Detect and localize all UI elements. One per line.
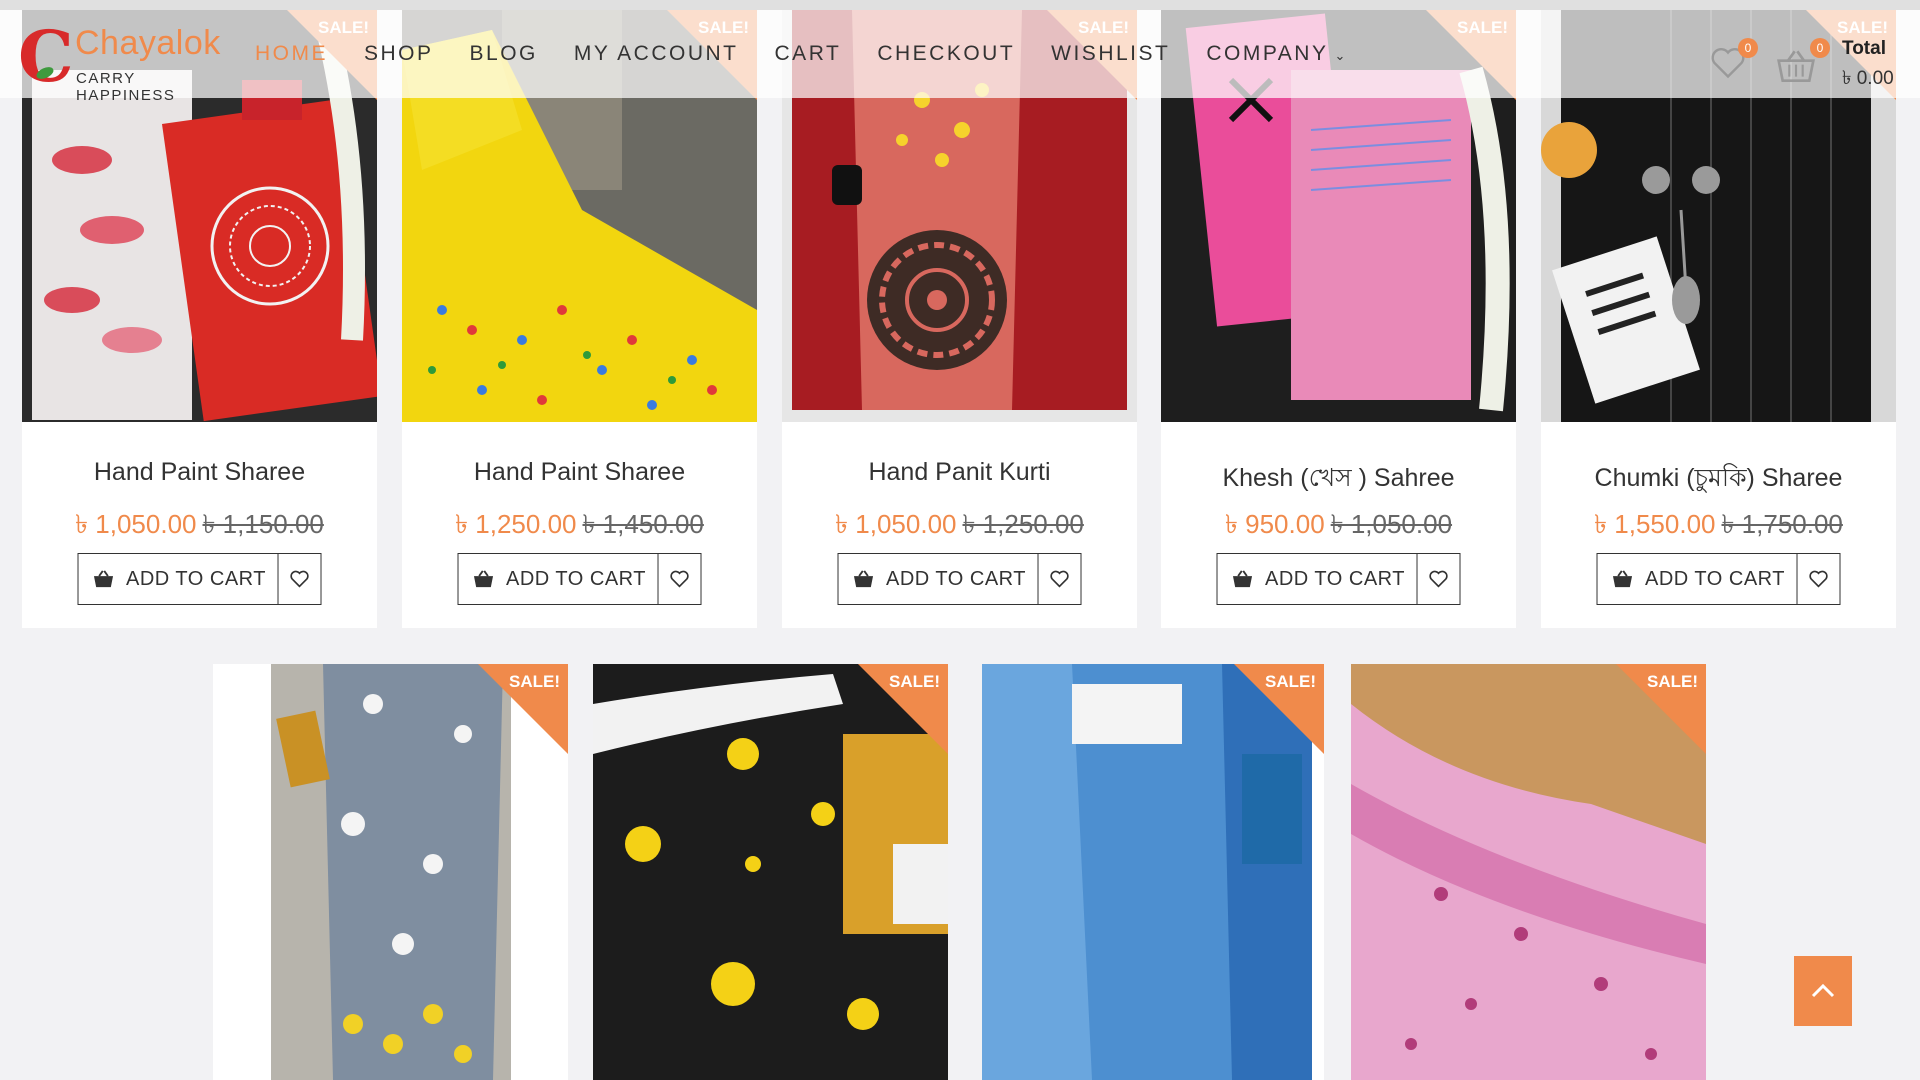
nav-item-shop[interactable]: SHOP <box>364 42 434 66</box>
product-card: SALE! <box>982 664 1324 1080</box>
cart-actions: ADD TO CART <box>457 553 702 605</box>
logo-name: Chayalok <box>75 24 221 62</box>
product-title[interactable]: Chumki (চুমকি) Sharee <box>1541 458 1896 501</box>
sale-label: SALE! <box>1647 672 1698 691</box>
sale-price: ৳ 1,550.00 <box>1594 509 1716 539</box>
add-to-cart-button[interactable]: ADD TO CART <box>1597 554 1798 604</box>
regular-price: ৳ 1,050.00 <box>1330 509 1453 539</box>
product-price: ৳ 950.00 ৳ 1,050.00 <box>1161 504 1516 548</box>
header-cart-button[interactable]: 0 <box>1776 38 1830 88</box>
add-to-wishlist-button[interactable] <box>1798 554 1840 604</box>
add-to-cart-label: ADD TO CART <box>1645 567 1785 590</box>
regular-price: ৳ 1,750.00 <box>1721 509 1843 539</box>
logo-mark: C <box>18 15 74 98</box>
basket-icon <box>853 570 873 588</box>
heart-icon <box>290 570 310 588</box>
product-card: SALE! <box>213 664 568 1080</box>
heart-icon <box>1050 570 1070 588</box>
product-price: ৳ 1,550.00 ৳ 1,750.00 <box>1541 504 1896 548</box>
product-price: ৳ 1,050.00 ৳ 1,150.00 <box>22 504 377 548</box>
product-card: SALE! Khesh (খেস ) Sahree ৳ 950.00৳ 1,05… <box>1161 10 1516 628</box>
cart-actions: ADD TO CART <box>837 553 1082 605</box>
cart-actions: ADD TO CART <box>77 553 322 605</box>
regular-price: ৳ 1,250.00 <box>962 509 1084 539</box>
product-price: ৳ 1,250.00 ৳ 1,450.00 <box>402 504 757 548</box>
product-card: SALE! <box>1351 664 1706 1080</box>
sale-price: ৳ 1,050.00 <box>835 509 957 539</box>
chevron-down-icon: ⌄ <box>1334 48 1348 63</box>
add-to-wishlist-button[interactable] <box>1418 554 1460 604</box>
product-title[interactable]: Hand Panit Kurti <box>782 458 1137 487</box>
add-to-cart-label: ADD TO CART <box>886 567 1026 590</box>
nav-item-cart[interactable]: CART <box>775 42 842 66</box>
nav-item-wishlist[interactable]: WISHLIST <box>1051 42 1170 66</box>
nav-item-home[interactable]: HOME <box>255 42 328 66</box>
sale-price: ৳ 1,250.00 <box>455 509 577 539</box>
product-card: SALE! Hand Panit Kurti ৳ 1,050.00৳ 1,250… <box>782 10 1137 628</box>
add-to-cart-label: ADD TO CART <box>1265 567 1405 590</box>
add-to-wishlist-button[interactable] <box>279 554 321 604</box>
add-to-cart-button[interactable]: ADD TO CART <box>838 554 1039 604</box>
product-title[interactable]: Hand Paint Sharee <box>402 458 757 487</box>
basket-icon <box>1612 570 1632 588</box>
main-nav: HOME SHOP BLOG MY ACCOUNT CART CHECKOUT … <box>255 42 1384 66</box>
basket-icon <box>1777 50 1815 82</box>
chevron-up-icon <box>1811 983 1835 998</box>
nav-item-blog[interactable]: BLOG <box>470 42 538 66</box>
cart-total-label: Total <box>1842 38 1886 59</box>
logo-tagline: CARRY HAPPINESS <box>76 70 176 104</box>
product-card: SALE! Hand Paint Sharee ৳ 1,250.00৳ 1,45… <box>402 10 757 628</box>
sale-label: SALE! <box>889 672 940 691</box>
regular-price: ৳ 1,150.00 <box>202 509 324 539</box>
sale-price: ৳ 1,050.00 <box>75 509 197 539</box>
add-to-wishlist-button[interactable] <box>659 554 701 604</box>
sale-label: SALE! <box>1265 672 1316 691</box>
basket-icon <box>473 570 493 588</box>
heart-icon <box>1429 570 1449 588</box>
add-to-cart-label: ADD TO CART <box>506 567 646 590</box>
add-to-cart-button[interactable]: ADD TO CART <box>1217 554 1418 604</box>
sale-price: ৳ 950.00 <box>1224 509 1325 539</box>
add-to-cart-button[interactable]: ADD TO CART <box>458 554 659 604</box>
basket-icon <box>93 570 113 588</box>
basket-icon <box>1232 570 1252 588</box>
cart-actions: ADD TO CART <box>1596 553 1841 605</box>
site-header: C Chayalok CARRY HAPPINESS HOME SHOP BLO… <box>0 0 1920 105</box>
heart-icon <box>670 570 690 588</box>
add-to-wishlist-button[interactable] <box>1039 554 1081 604</box>
nav-item-my-account[interactable]: MY ACCOUNT <box>574 42 739 66</box>
nav-item-company[interactable]: COMPANY ⌄ <box>1206 42 1348 66</box>
product-title[interactable]: Khesh (খেস ) Sahree <box>1161 458 1516 501</box>
product-price: ৳ 1,050.00 ৳ 1,250.00 <box>782 504 1137 548</box>
site-logo[interactable]: C Chayalok CARRY HAPPINESS <box>18 15 238 105</box>
nav-item-checkout[interactable]: CHECKOUT <box>877 42 1015 66</box>
regular-price: ৳ 1,450.00 <box>582 509 704 539</box>
cart-total-value: ৳ 0.00 <box>1842 68 1894 89</box>
sale-label: SALE! <box>509 672 560 691</box>
cart-count-badge: 0 <box>1810 38 1830 58</box>
product-title[interactable]: Hand Paint Sharee <box>22 458 377 487</box>
nav-item-company-label: COMPANY <box>1206 42 1329 65</box>
header-wishlist-button[interactable]: 0 <box>1710 38 1758 82</box>
heart-icon <box>1809 570 1829 588</box>
cart-actions: ADD TO CART <box>1216 553 1461 605</box>
add-to-cart-label: ADD TO CART <box>126 567 266 590</box>
product-card: SALE! Chumki (চুমকি) Sharee ৳ 1,550.00৳ … <box>1541 10 1896 628</box>
wishlist-count-badge: 0 <box>1738 38 1758 58</box>
scroll-to-top-button[interactable] <box>1794 956 1852 1026</box>
add-to-cart-button[interactable]: ADD TO CART <box>78 554 279 604</box>
product-card: SALE! <box>593 664 948 1080</box>
